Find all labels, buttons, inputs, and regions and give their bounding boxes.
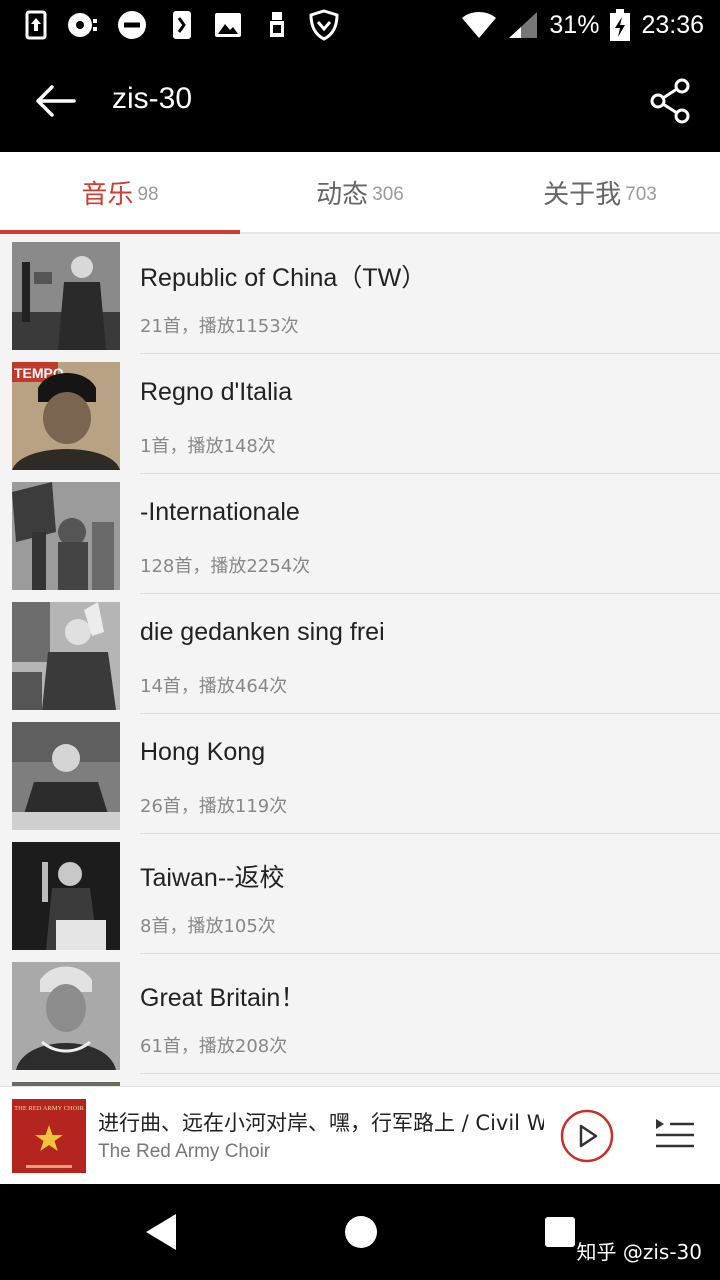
share-icon xyxy=(650,78,690,124)
playlist-title: Hong Kong xyxy=(140,738,266,766)
playlist-cover: TEMPO xyxy=(12,362,120,470)
playlist-meta: 61首，播放208次 xyxy=(140,1036,288,1057)
app-header: zis-30 xyxy=(0,50,720,152)
nfc-icon xyxy=(173,11,191,39)
playlist-row[interactable]: Republic of China（TW） 21首，播放1153次 xyxy=(0,234,720,354)
sim-icon xyxy=(270,12,284,37)
playlist-cover xyxy=(12,602,120,710)
triangle-back-icon xyxy=(146,1214,176,1250)
queue-icon xyxy=(656,1119,694,1148)
playlist-title: die gedanken sing frei xyxy=(140,618,385,646)
playlist-meta: 26首，播放119次 xyxy=(140,796,288,817)
nav-back-button[interactable] xyxy=(140,1211,182,1253)
battery-percent: 31% xyxy=(549,10,600,39)
playlist-row[interactable]: Taiwan--返校 8首，播放105次 xyxy=(0,834,720,954)
playlist-title: Great Britain！ xyxy=(140,984,306,1012)
play-button[interactable] xyxy=(560,1109,614,1163)
mini-player[interactable]: THE RED ARMY CHOIR 进行曲、远在小河对岸、嘿，行军路上 / C… xyxy=(0,1086,720,1184)
share-button[interactable] xyxy=(646,76,696,126)
square-recents-icon xyxy=(545,1217,575,1247)
nav-home-button[interactable] xyxy=(343,1214,379,1250)
clock: 23:36 xyxy=(641,10,704,39)
battery-charging-icon xyxy=(610,9,631,41)
playlist-title: Regno d'Italia xyxy=(140,378,293,406)
playlist-meta: 128首，播放2254次 xyxy=(140,556,311,577)
playlist-meta: 8首，播放105次 xyxy=(140,916,276,937)
tab-label: 关于我 xyxy=(543,179,622,210)
app-screen: 31% 23:36 zis-30 音乐 98 动态 306 关于我 703 Re… xyxy=(0,0,720,1280)
playlist-row[interactable] xyxy=(0,1074,720,1086)
tab-label: 音乐 xyxy=(81,179,134,210)
dnd-icon xyxy=(118,11,146,39)
playlist-title: Taiwan--返校 xyxy=(140,864,285,892)
play-icon xyxy=(560,1109,614,1163)
playlist-meta: 21首，播放1153次 xyxy=(140,316,299,337)
system-nav-bar: 知乎 @zis-30 xyxy=(0,1184,720,1280)
tab-about[interactable]: 关于我 703 xyxy=(480,152,720,232)
svg-text:THE RED ARMY CHOIR: THE RED ARMY CHOIR xyxy=(14,1105,84,1112)
playlist-meta: 14首，播放464次 xyxy=(140,676,288,697)
playlist-row[interactable]: Great Britain！ 61首，播放208次 xyxy=(0,954,720,1074)
back-button[interactable] xyxy=(30,76,80,126)
playlist-title: -Internationale xyxy=(140,498,300,526)
tab-bar: 音乐 98 动态 306 关于我 703 xyxy=(0,152,720,234)
watermark: 知乎 @zis-30 xyxy=(576,1240,703,1264)
usb-icon xyxy=(25,10,47,40)
now-playing-track: 进行曲、远在小河对岸、嘿，行军路上 / Civil W xyxy=(98,1111,544,1135)
tab-label: 动态 xyxy=(316,179,369,210)
playlist-cover xyxy=(12,962,120,1070)
nav-recents-button[interactable] xyxy=(543,1215,577,1249)
playlist-row[interactable]: -Internationale 128首，播放2254次 xyxy=(0,474,720,594)
wifi-icon xyxy=(462,12,497,38)
tab-count: 98 xyxy=(137,184,159,205)
playlist-queue-button[interactable] xyxy=(654,1115,696,1157)
status-right-group: 31% 23:36 xyxy=(461,8,704,42)
image-icon xyxy=(215,13,241,37)
playlist-cover xyxy=(12,482,120,590)
playlist-cover xyxy=(12,842,120,950)
shield-icon xyxy=(309,9,339,41)
now-playing-artist: The Red Army Choir xyxy=(98,1141,271,1162)
playlist-row[interactable]: Hong Kong 26首，播放119次 xyxy=(0,714,720,834)
playlist-row[interactable]: TEMPO Regno d'Italia 1首，播放148次 xyxy=(0,354,720,474)
playlist-list: Republic of China（TW） 21首，播放1153次 TEMPO … xyxy=(0,234,720,1086)
playlist-title: Republic of China（TW） xyxy=(140,264,427,292)
album-cover: THE RED ARMY CHOIR xyxy=(12,1099,86,1173)
status-bar: 31% 23:36 xyxy=(0,0,720,50)
tab-music[interactable]: 音乐 98 xyxy=(0,152,240,234)
arrow-left-icon xyxy=(36,85,76,117)
circle-home-icon xyxy=(345,1216,377,1248)
tab-count: 306 xyxy=(372,184,404,205)
playlist-row[interactable]: die gedanken sing frei 14首，播放464次 xyxy=(0,594,720,714)
signal-icon xyxy=(509,12,538,38)
tab-count: 703 xyxy=(625,184,657,205)
record-icon xyxy=(68,13,97,37)
playlist-cover xyxy=(12,722,120,830)
playlist-cover xyxy=(12,242,120,350)
tab-activity[interactable]: 动态 306 xyxy=(240,152,480,232)
page-title: zis-30 xyxy=(112,82,193,115)
playlist-meta: 1首，播放148次 xyxy=(140,436,276,457)
